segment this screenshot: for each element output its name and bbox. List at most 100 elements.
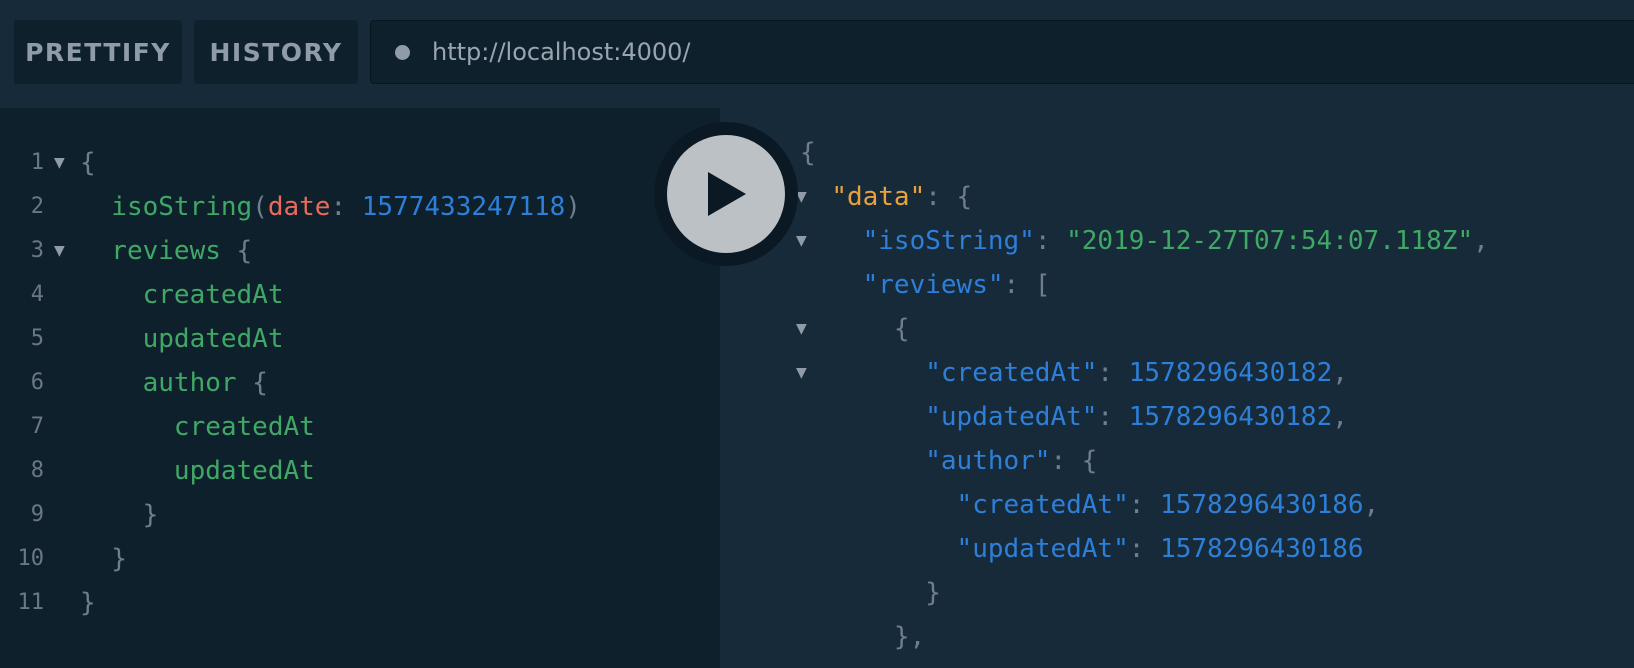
code-token: "createdAt" [956, 490, 1129, 520]
code-line: author { [80, 361, 268, 405]
code-token: } [80, 500, 159, 530]
code-token: "2019-12-27T07:54:07.118Z" [1066, 226, 1474, 256]
line-number: 4 [30, 282, 44, 307]
code-line: createdAt [80, 405, 315, 449]
code-line: } [80, 581, 96, 625]
line-number: 1 [30, 150, 44, 175]
play-icon [708, 172, 746, 216]
endpoint-url-input[interactable] [432, 38, 1532, 66]
code-token: : [1128, 534, 1161, 564]
code-token: updatedAt [80, 456, 315, 486]
code-token: : [1097, 358, 1129, 388]
line-number: 11 [17, 590, 45, 615]
line-number: 5 [30, 326, 44, 351]
code-token: : [1034, 226, 1067, 256]
code-token: 1578296430186 [1160, 490, 1364, 520]
code-token: "isoString" [862, 226, 1035, 256]
code-token: , [1473, 226, 1489, 256]
line-number: 7 [30, 414, 44, 439]
code-line: "updatedAt": 1578296430182, [800, 395, 1348, 439]
code-token: "updatedAt" [956, 534, 1129, 564]
code-line: "createdAt": 1578296430182, [800, 351, 1348, 395]
code-token: "createdAt" [925, 358, 1098, 388]
code-token: : [330, 192, 362, 222]
toolbar: PRETTIFY HISTORY [0, 0, 1634, 108]
code-token: "updatedAt" [925, 402, 1098, 432]
fold-arrow-icon[interactable]: ▼ [54, 155, 65, 171]
status-dot-icon [395, 44, 410, 60]
code-token: createdAt [80, 280, 284, 310]
code-line: "reviews": [ [800, 263, 1051, 307]
code-token: "reviews" [862, 270, 1004, 300]
endpoint-url-bar[interactable] [370, 20, 1634, 84]
code-line: createdAt [80, 273, 284, 317]
code-token: { [800, 314, 910, 344]
code-line: { [80, 141, 96, 185]
code-line: } [80, 493, 159, 537]
code-line: "updatedAt": 1578296430186 [800, 527, 1364, 571]
code-token: , [1363, 490, 1380, 520]
code-token: 1578296430182 [1128, 402, 1333, 432]
code-token: ( [252, 192, 268, 222]
code-line: "createdAt": 1578296430186, [800, 483, 1380, 527]
code-line: "data": { [800, 175, 972, 219]
code-line: }, [800, 615, 925, 659]
line-number: 10 [17, 546, 45, 571]
query-editor[interactable]: 1 2 3 4 5 6 7 8 9 10 11 ▼ ▼ { isoString(date: 157743… [0, 108, 720, 668]
code-token: : { [1050, 446, 1098, 476]
code-token: updatedAt [80, 324, 284, 354]
code-token: author [80, 368, 237, 398]
code-line: updatedAt [80, 317, 284, 361]
code-token: }, [800, 622, 926, 652]
line-number: 3 [30, 238, 44, 263]
code-token: , [1332, 402, 1348, 432]
code-line: } [80, 537, 127, 581]
code-token: 1578296430186 [1160, 534, 1364, 564]
code-line: isoString(date: 1577433247118) [80, 185, 581, 229]
code-token: createdAt [80, 412, 315, 442]
code-token: } [80, 588, 96, 618]
code-line: } [800, 571, 941, 615]
code-token: "data" [831, 182, 926, 212]
code-token: { [236, 368, 268, 398]
line-number: 9 [30, 502, 44, 527]
line-number: 8 [30, 458, 44, 483]
fold-arrow-icon[interactable]: ▼ [54, 243, 65, 259]
code-token: "author" [925, 446, 1051, 476]
code-token: date [267, 192, 331, 222]
code-token: 1577433247118 [361, 192, 566, 222]
code-token: reviews [80, 236, 221, 266]
code-line: updatedAt [80, 449, 315, 493]
history-button[interactable]: HISTORY [194, 20, 358, 84]
code-token: , [1332, 358, 1348, 388]
code-token: : { [925, 182, 973, 212]
play-button-face[interactable] [667, 135, 785, 253]
prettify-button[interactable]: PRETTIFY [14, 20, 182, 84]
code-token: { [220, 236, 253, 266]
code-token: 1578296430182 [1128, 358, 1333, 388]
execute-query-button[interactable] [654, 122, 798, 266]
code-token: ) [565, 192, 581, 222]
code-line: reviews { [80, 229, 252, 273]
code-line: { [800, 307, 910, 351]
code-token: } [800, 578, 941, 608]
line-number: 2 [30, 194, 44, 219]
line-number: 6 [30, 370, 44, 395]
code-token: : [ [1003, 270, 1051, 300]
code-line: "author": { [800, 439, 1097, 483]
code-token: isoString [80, 192, 253, 222]
result-pane: ▼ ▼ ▼ ▼ { "data": { "isoString": "2019-12-2… [720, 108, 1634, 668]
code-token: : [1097, 402, 1129, 432]
code-line: "isoString": "2019-12-27T07:54:07.118Z", [800, 219, 1489, 263]
code-token: { [800, 138, 816, 168]
code-line: { [800, 131, 816, 175]
code-token: } [80, 544, 127, 574]
